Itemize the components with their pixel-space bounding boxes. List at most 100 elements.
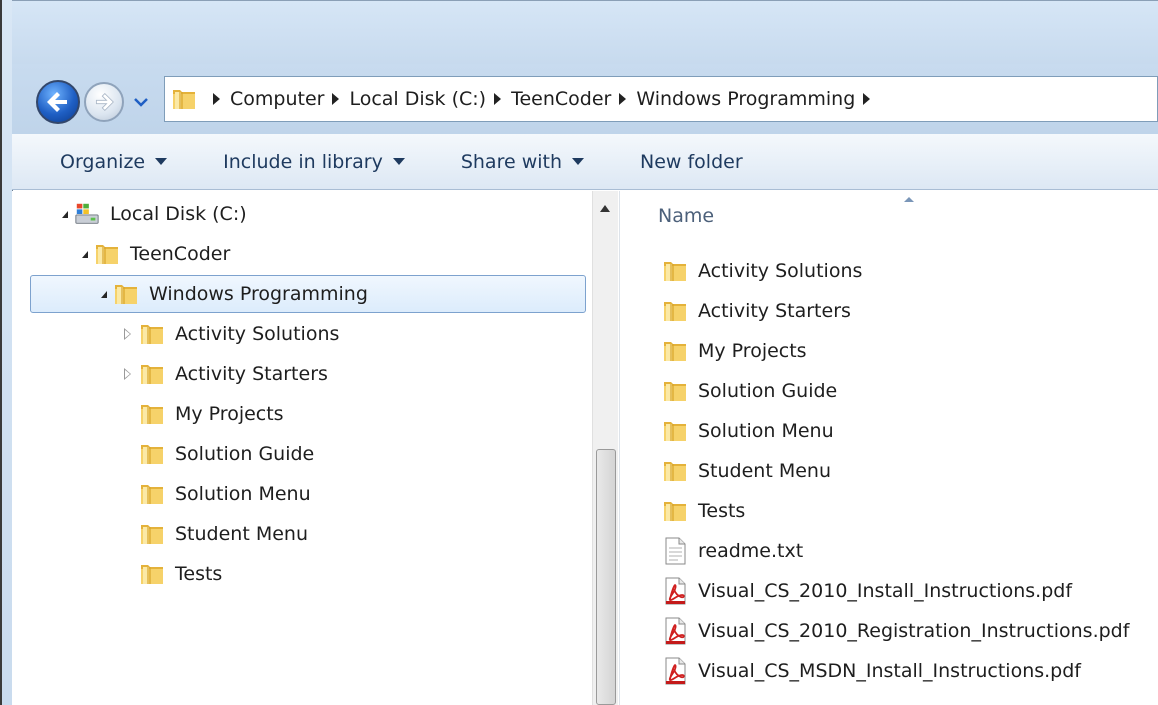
breadcrumb-windows-programming[interactable]: Windows Programming <box>636 88 855 110</box>
tree-item-label: TeenCoder <box>130 243 231 265</box>
list-item[interactable]: Visual_CS_2010_Registration_Instructions… <box>662 613 1129 649</box>
tree-item-tests[interactable]: Tests <box>139 555 222 593</box>
file-list-pane: Name Activity Solutions Activity Starter… <box>619 191 1158 705</box>
arrow-left-icon <box>47 92 67 112</box>
list-item[interactable]: Tests <box>662 493 745 529</box>
list-item[interactable]: Student Menu <box>662 453 831 489</box>
tree-item-label: Student Menu <box>175 523 308 545</box>
breadcrumb-local-disk[interactable]: Local Disk (C:) <box>349 88 486 110</box>
breadcrumb-separator[interactable] <box>863 93 871 105</box>
tree-item-teencoder[interactable]: TeenCoder <box>82 235 230 273</box>
folder-icon <box>139 441 165 467</box>
tree-item-student-menu[interactable]: Student Menu <box>139 515 308 553</box>
organize-button[interactable]: Organize <box>60 150 168 173</box>
list-item[interactable]: Visual_CS_MSDN_Install_Instructions.pdf <box>662 653 1081 689</box>
tree-item-label: Activity Starters <box>175 363 328 385</box>
list-item-label: Solution Menu <box>698 420 834 442</box>
tree-item-activity-solutions[interactable]: Activity Solutions <box>124 315 339 353</box>
column-header-name[interactable]: Name <box>658 205 714 227</box>
share-with-label: Share with <box>460 150 563 173</box>
expanded-arrow-icon[interactable] <box>101 290 107 298</box>
list-item[interactable]: Solution Guide <box>662 373 837 409</box>
pdf-file-icon <box>662 577 688 605</box>
breadcrumb-separator[interactable] <box>494 93 502 105</box>
tree-item-solution-guide[interactable]: Solution Guide <box>139 435 314 473</box>
folder-icon <box>662 337 688 365</box>
tree-item-windows-programming[interactable]: Windows Programming <box>30 275 586 313</box>
command-bar: Organize Include in library Share with N… <box>12 134 1158 190</box>
folder-icon <box>139 321 165 347</box>
list-item-label: Visual_CS_2010_Install_Instructions.pdf <box>698 580 1073 602</box>
tree-item-local-disk[interactable]: Local Disk (C:) <box>62 195 247 233</box>
sort-ascending-icon <box>904 197 914 202</box>
chevron-down-icon <box>155 158 168 165</box>
address-bar[interactable]: Computer Local Disk (C:) TeenCoder Windo… <box>164 76 1158 122</box>
list-item-label: Activity Solutions <box>698 260 863 282</box>
breadcrumb-separator[interactable] <box>332 93 340 105</box>
scrollbar-thumb[interactable] <box>596 449 616 705</box>
tree-item-label: Tests <box>175 563 223 585</box>
list-item[interactable]: My Projects <box>662 333 807 369</box>
expanded-arrow-icon[interactable] <box>82 250 88 258</box>
list-item-label: Tests <box>698 500 746 522</box>
folder-icon <box>139 481 165 507</box>
breadcrumb-teencoder[interactable]: TeenCoder <box>511 88 611 110</box>
tree-item-activity-starters[interactable]: Activity Starters <box>124 355 328 393</box>
tree-item-label: Activity Solutions <box>175 323 340 345</box>
chevron-down-icon <box>572 158 585 165</box>
include-in-library-button[interactable]: Include in library <box>223 151 405 173</box>
text-file-icon <box>662 537 688 565</box>
folder-icon <box>139 401 165 427</box>
navigation-pane-scrollbar[interactable] <box>592 191 618 705</box>
arrow-right-icon <box>95 92 114 112</box>
folder-icon <box>171 85 197 113</box>
list-item[interactable]: Visual_CS_2010_Install_Instructions.pdf <box>662 573 1072 609</box>
list-item-label: Visual_CS_2010_Registration_Instructions… <box>698 620 1130 642</box>
folder-icon <box>139 521 165 547</box>
list-item-label: Activity Starters <box>698 300 851 322</box>
list-item-label: Solution Guide <box>698 380 838 402</box>
collapsed-arrow-icon[interactable] <box>124 328 131 340</box>
list-item[interactable]: Activity Starters <box>662 293 851 329</box>
navigation-pane: Local Disk (C:) TeenCoder Windows Progra… <box>12 191 592 705</box>
breadcrumb-separator[interactable] <box>619 93 627 105</box>
new-folder-label: New folder <box>640 150 743 173</box>
tree-item-label: Local Disk (C:) <box>110 203 247 225</box>
share-with-button[interactable]: Share with <box>460 150 585 173</box>
folder-icon <box>94 241 120 267</box>
collapsed-arrow-icon[interactable] <box>124 368 131 380</box>
list-item[interactable]: Solution Menu <box>662 413 834 449</box>
tree-item-label: My Projects <box>175 403 284 425</box>
list-item-label: Student Menu <box>698 460 831 482</box>
include-in-library-label: Include in library <box>223 150 383 173</box>
folder-icon <box>662 377 688 405</box>
list-item-label: readme.txt <box>698 540 804 562</box>
tree-item-solution-menu[interactable]: Solution Menu <box>139 475 311 513</box>
organize-label: Organize <box>60 150 146 173</box>
folder-icon <box>662 417 688 445</box>
tree-item-label: Windows Programming <box>149 283 368 305</box>
breadcrumb-separator[interactable] <box>213 93 220 105</box>
folder-icon <box>139 361 165 387</box>
forward-button[interactable] <box>84 82 124 122</box>
title-bar <box>12 0 1158 64</box>
list-item[interactable]: readme.txt <box>662 533 803 569</box>
folder-icon <box>662 297 688 325</box>
chevron-down-icon <box>392 158 405 165</box>
folder-icon <box>662 457 688 485</box>
pdf-file-icon <box>662 617 688 645</box>
drive-icon <box>74 201 100 227</box>
breadcrumb-computer[interactable]: Computer <box>230 88 324 110</box>
back-button[interactable] <box>36 80 80 124</box>
tree-item-my-projects[interactable]: My Projects <box>139 395 284 433</box>
list-item[interactable]: Activity Solutions <box>662 253 862 289</box>
scroll-up-arrow-icon[interactable] <box>600 205 610 212</box>
tree-item-label: Solution Menu <box>175 483 311 505</box>
recent-pages-dropdown[interactable] <box>134 96 148 108</box>
tree-item-label: Solution Guide <box>175 443 315 465</box>
new-folder-button[interactable]: New folder <box>640 151 743 173</box>
list-item-label: My Projects <box>698 340 807 362</box>
expanded-arrow-icon[interactable] <box>62 210 68 218</box>
list-item-label: Visual_CS_MSDN_Install_Instructions.pdf <box>698 660 1081 682</box>
window-left-edge <box>0 0 13 705</box>
